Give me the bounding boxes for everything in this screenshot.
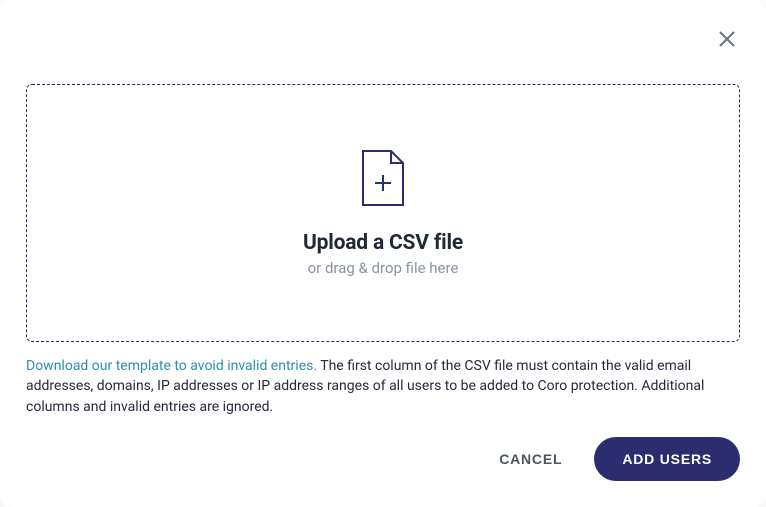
add-users-button[interactable]: ADD USERS <box>594 437 740 481</box>
csv-dropzone[interactable]: Upload a CSV file or drag & drop file he… <box>26 84 740 342</box>
close-icon <box>718 30 736 48</box>
close-button[interactable] <box>716 28 738 50</box>
upload-users-modal: Upload a CSV file or drag & drop file he… <box>0 0 766 507</box>
file-plus-icon <box>359 149 407 207</box>
dropzone-subtitle: or drag & drop file here <box>308 259 459 277</box>
helper-text: Download our template to avoid invalid e… <box>26 356 740 417</box>
dropzone-title: Upload a CSV file <box>303 231 463 255</box>
modal-actions: CANCEL ADD USERS <box>26 417 740 481</box>
cancel-button[interactable]: CANCEL <box>491 441 570 477</box>
download-template-link[interactable]: Download our template to avoid invalid e… <box>26 358 317 374</box>
